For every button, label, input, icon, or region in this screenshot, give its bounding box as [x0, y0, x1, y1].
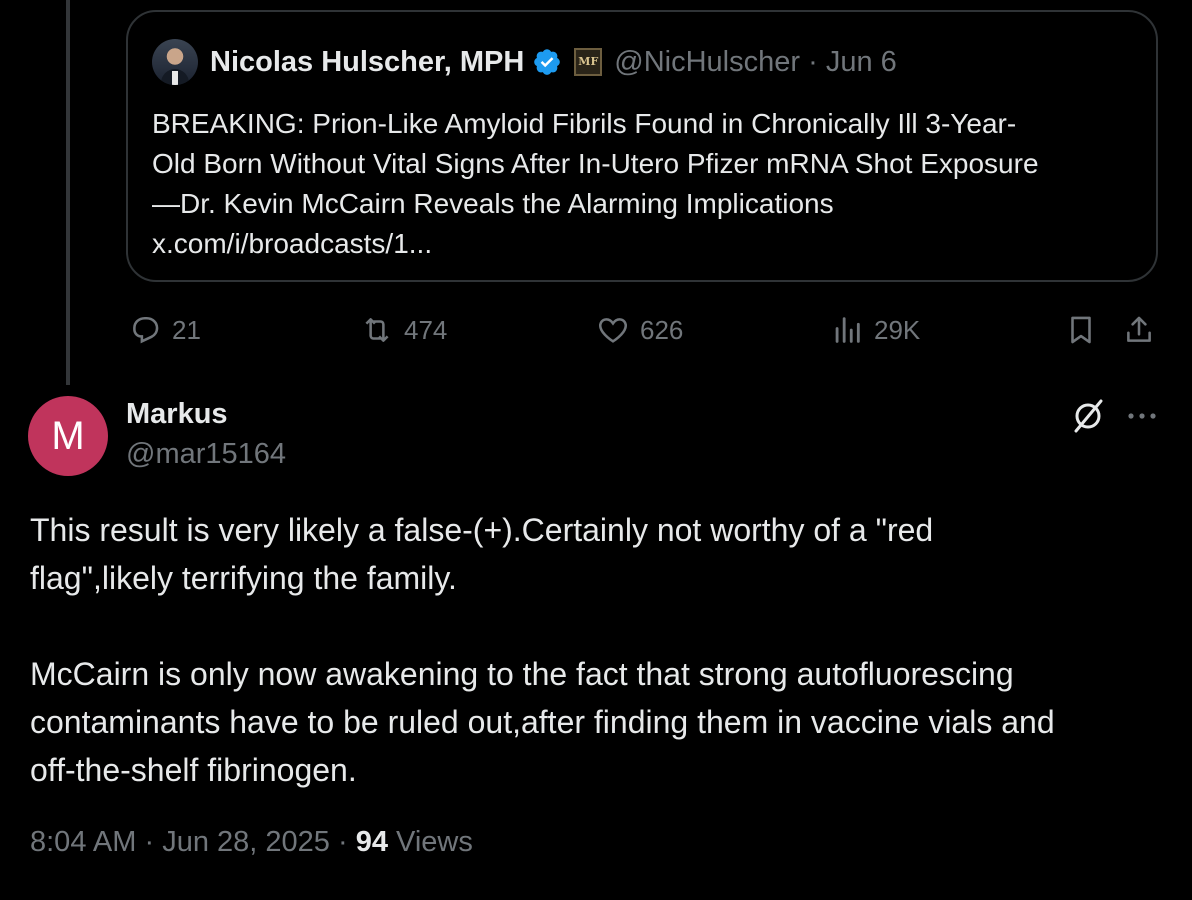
bookmark-button[interactable]: [1064, 306, 1108, 354]
quoted-author-avatar[interactable]: [152, 39, 198, 85]
quoted-author-name[interactable]: Nicolas Hulscher, MPH: [210, 46, 524, 79]
quoted-post-card[interactable]: Nicolas Hulscher, MPH MF @NicHulscher · …: [126, 10, 1158, 282]
post-text-line: contaminants have to be ruled out,after …: [30, 704, 1055, 740]
quoted-post-date[interactable]: Jun 6: [826, 46, 897, 78]
quoted-handle-text[interactable]: @NicHulscher: [614, 46, 800, 78]
avatar-shirt-shape: [172, 71, 178, 85]
reply-author-name[interactable]: Markus: [126, 398, 228, 431]
views-count: 29K: [874, 314, 921, 345]
reply-post-text: This result is very likely a false-(+).C…: [30, 506, 1160, 794]
repost-icon: [365, 318, 389, 342]
grok-icon[interactable]: [1068, 396, 1108, 436]
repost-count: 474: [404, 314, 448, 345]
broadcast-link[interactable]: x.com/i/broadcasts/1...: [152, 224, 1142, 264]
reply-count: 21: [172, 314, 201, 345]
reply-author-avatar[interactable]: M: [28, 396, 108, 476]
post-text-line: McCairn is only now awakening to the fac…: [30, 656, 1014, 692]
quoted-post-header: Nicolas Hulscher, MPH MF @NicHulscher · …: [152, 38, 897, 86]
post-text-line: off-the-shelf fibrinogen.: [30, 752, 357, 788]
analytics-icon: [835, 317, 860, 343]
quoted-author-handle[interactable]: @NicHulscher · Jun 6: [614, 46, 897, 79]
affiliate-badge-icon[interactable]: MF: [574, 48, 603, 76]
bookmark-icon: [1071, 316, 1091, 344]
post-views-label: Views: [396, 826, 473, 858]
heart-icon: [599, 318, 627, 343]
post-text-line: This result is very likely a false-(+).C…: [30, 512, 934, 548]
post-views-count: 94: [355, 826, 388, 858]
more-options-icon[interactable]: [1124, 400, 1160, 432]
post-text-line: flag",likely terrifying the family.: [30, 560, 457, 596]
post-time[interactable]: 8:04 AM: [30, 826, 136, 858]
post-paragraph: McCairn is only now awakening to the fac…: [30, 650, 1160, 794]
quoted-post-text: BREAKING: Prion-Like Amyloid Fibrils Fou…: [152, 104, 1142, 264]
repost-button[interactable]: 474: [360, 306, 447, 354]
header-separator: ·: [808, 45, 818, 78]
reply-icon: [133, 316, 159, 344]
share-icon: [1127, 316, 1151, 342]
like-count: 626: [640, 314, 684, 345]
verified-badge-icon[interactable]: [532, 47, 562, 77]
quoted-text-line: Old Born Without Vital Signs After In-Ut…: [152, 148, 1039, 179]
quoted-text-line: —Dr. Kevin McCairn Reveals the Alarming …: [152, 188, 834, 219]
reply-button[interactable]: 21: [128, 306, 201, 354]
post-date[interactable]: Jun 28, 2025: [162, 826, 330, 858]
meta-separator: ·: [144, 826, 155, 858]
meta-separator: ·: [337, 826, 348, 858]
post-paragraph: This result is very likely a false-(+).C…: [30, 506, 1160, 602]
post-metadata: 8:04 AM · Jun 28, 2025 · 94 Views: [30, 826, 473, 859]
like-button[interactable]: 626: [596, 306, 683, 354]
post-action-bar: 21 474 626 29K: [0, 306, 1192, 354]
quoted-text-line: BREAKING: Prion-Like Amyloid Fibrils Fou…: [152, 108, 1017, 139]
share-button[interactable]: [1122, 306, 1166, 354]
views-button[interactable]: 29K: [830, 306, 920, 354]
reply-author-handle[interactable]: @mar15164: [126, 438, 286, 471]
